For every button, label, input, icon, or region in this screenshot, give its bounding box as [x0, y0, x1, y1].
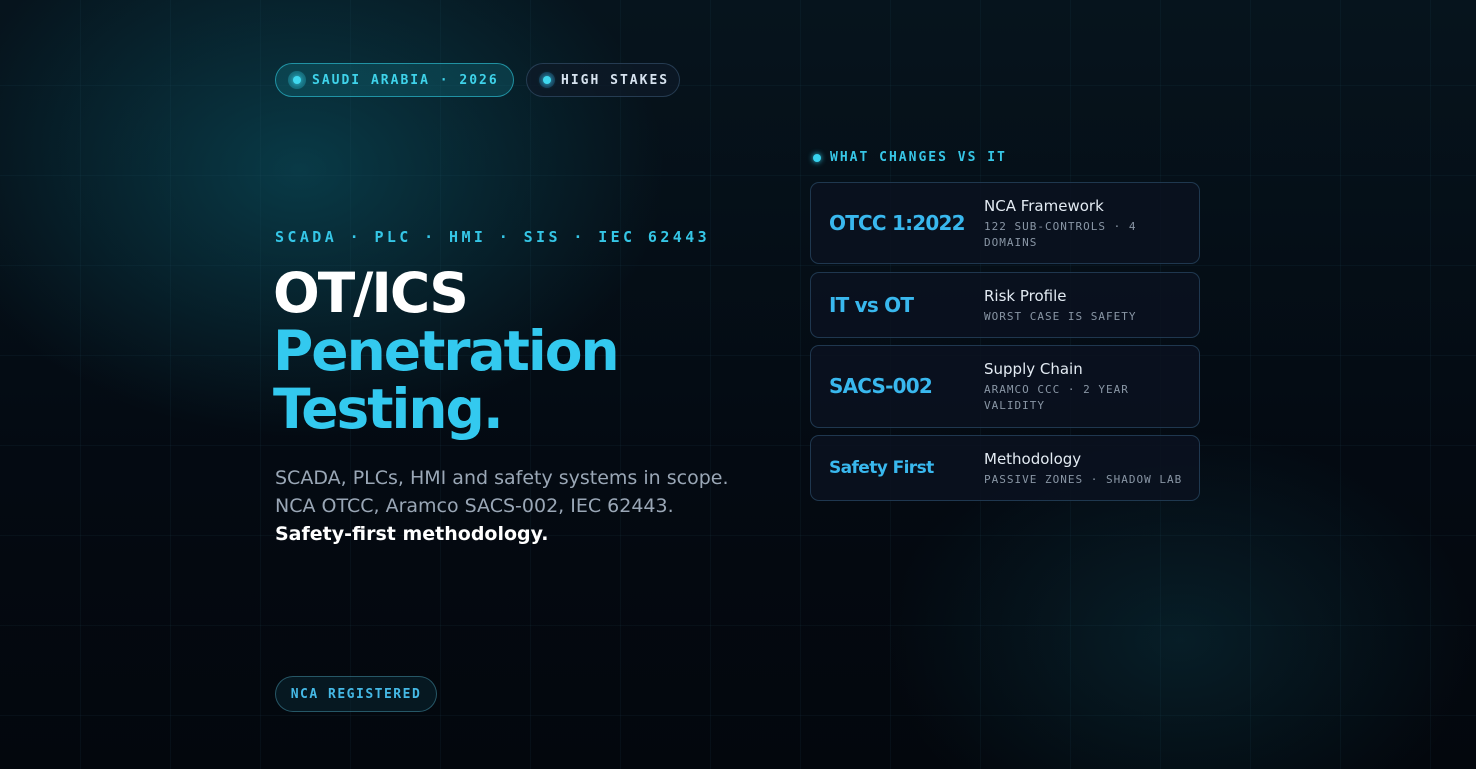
change-card-info: Supply Chain ARAMCO CCC · 2 YEAR VALIDIT…	[984, 360, 1189, 414]
location-badge: SAUDI ARABIA · 2026	[275, 63, 514, 97]
status-dot-icon	[288, 71, 306, 89]
change-card-info: Methodology PASSIVE ZONES · SHADOW LAB	[984, 450, 1189, 488]
change-card-title: Risk Profile	[984, 287, 1067, 305]
status-dot-icon	[813, 153, 821, 162]
change-card-title: NCA Framework	[984, 197, 1104, 215]
stakes-badge-label: HIGH STAKES	[561, 72, 670, 88]
location-badge-label: SAUDI ARABIA · 2026	[312, 72, 499, 88]
change-card-info: Risk Profile WORST CASE IS SAFETY	[984, 287, 1189, 325]
title-line-2: Penetration	[273, 319, 620, 383]
change-card-title: Supply Chain	[984, 360, 1083, 378]
page-title: OT/ICS Penetration Testing.	[273, 261, 620, 441]
changes-section-title: WHAT CHANGES VS IT	[830, 150, 1007, 165]
description-line-1: SCADA, PLCs, HMI and safety systems in s…	[275, 467, 729, 489]
status-dot-icon	[539, 72, 555, 88]
description-emphasis: Safety-first methodology.	[275, 523, 549, 545]
change-card-code: IT vs OT	[829, 293, 914, 317]
change-card-code: Safety First	[829, 458, 934, 478]
change-card-subtitle: WORST CASE IS SAFETY	[984, 310, 1137, 323]
change-card-code: OTCC 1:2022	[829, 211, 966, 235]
background-grid	[0, 0, 1476, 769]
change-card-safety-first: Safety First Methodology PASSIVE ZONES ·…	[810, 435, 1200, 501]
changes-section-label: WHAT CHANGES VS IT	[813, 150, 1007, 165]
change-card-it-vs-ot: IT vs OT Risk Profile WORST CASE IS SAFE…	[810, 272, 1200, 338]
description-line-2: NCA OTCC, Aramco SACS-002, IEC 62443.	[275, 495, 674, 517]
change-card-sacs: SACS-002 Supply Chain ARAMCO CCC · 2 YEA…	[810, 345, 1200, 428]
nca-registered-badge[interactable]: NCA REGISTERED	[275, 676, 437, 712]
change-card-code: SACS-002	[829, 374, 933, 398]
hero-description: SCADA, PLCs, HMI and safety systems in s…	[275, 464, 729, 548]
change-card-info: NCA Framework 122 SUB-CONTROLS · 4 DOMAI…	[984, 197, 1189, 251]
change-card-subtitle: 122 SUB-CONTROLS · 4 DOMAINS	[984, 220, 1137, 249]
stakes-badge: HIGH STAKES	[526, 63, 680, 97]
change-card-otcc: OTCC 1:2022 NCA Framework 122 SUB-CONTRO…	[810, 182, 1200, 264]
title-line-1: OT/ICS	[273, 261, 469, 325]
title-line-3: Testing.	[273, 377, 504, 441]
tech-stack-tagline: SCADA · PLC · HMI · SIS · IEC 62443	[275, 228, 711, 246]
change-card-subtitle: ARAMCO CCC · 2 YEAR VALIDITY	[984, 383, 1129, 412]
change-card-subtitle: PASSIVE ZONES · SHADOW LAB	[984, 473, 1183, 486]
change-card-title: Methodology	[984, 450, 1082, 468]
